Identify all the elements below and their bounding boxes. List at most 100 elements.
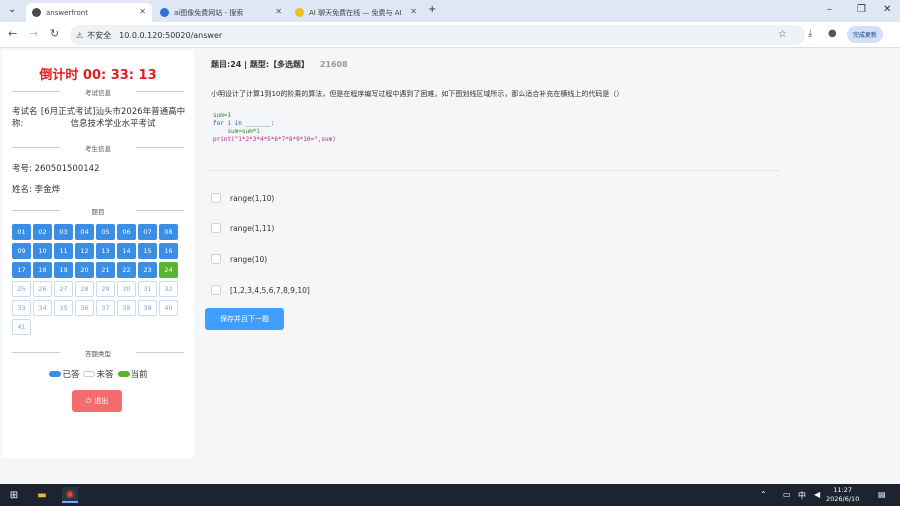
question-button-17[interactable]: 17 bbox=[12, 262, 31, 278]
url-field[interactable]: ⚠ 不安全 10.0.0.120:50020/answer bbox=[70, 25, 805, 45]
question-button-36[interactable]: 36 bbox=[75, 300, 94, 316]
tab-search-icon[interactable]: ⌄ bbox=[8, 4, 16, 15]
question-id: 21608 bbox=[319, 60, 348, 69]
student-name-label: 姓名: bbox=[12, 185, 32, 195]
network-icon[interactable]: ▭ bbox=[783, 490, 791, 499]
question-button-38[interactable]: 38 bbox=[117, 300, 136, 316]
question-button-24[interactable]: 24 bbox=[159, 262, 178, 278]
minimize-icon[interactable]: – bbox=[827, 4, 832, 15]
question-button-30[interactable]: 30 bbox=[117, 281, 136, 297]
option-1[interactable]: range(1,10) bbox=[211, 193, 274, 203]
question-button-23[interactable]: 23 bbox=[138, 262, 157, 278]
tab-strip: ⌄ answerfront ✕ ai图像免费网站 - 搜索 ✕ AI 聊天免费在… bbox=[0, 0, 900, 22]
reload-icon[interactable]: ↻ bbox=[50, 27, 59, 40]
question-button-19[interactable]: 19 bbox=[54, 262, 73, 278]
exit-button[interactable]: ⏻ 退出 bbox=[72, 390, 122, 412]
code-line: sum=sum*i bbox=[213, 128, 260, 135]
forward-icon[interactable]: → bbox=[29, 27, 38, 40]
tab-search[interactable]: ai图像免费网站 - 搜索 ✕ bbox=[154, 3, 288, 22]
question-button-34[interactable]: 34 bbox=[33, 300, 52, 316]
option-2[interactable]: range(1,11) bbox=[211, 223, 274, 233]
option-checkbox[interactable] bbox=[211, 193, 221, 203]
questions-divider: 题目 bbox=[12, 205, 184, 216]
option-4[interactable]: [1,2,3,4,5,6,7,8,9,10] bbox=[211, 285, 310, 295]
close-tab-icon[interactable]: ✕ bbox=[275, 7, 282, 16]
new-tab-button[interactable]: + bbox=[428, 4, 436, 15]
question-button-06[interactable]: 06 bbox=[117, 224, 136, 240]
student-id: 260501500142 bbox=[34, 164, 100, 174]
exam-info-heading: 考试信息 bbox=[85, 89, 111, 97]
question-button-26[interactable]: 26 bbox=[33, 281, 52, 297]
question-button-37[interactable]: 37 bbox=[96, 300, 115, 316]
back-icon[interactable]: ← bbox=[8, 27, 17, 40]
question-button-04[interactable]: 04 bbox=[75, 224, 94, 240]
question-button-12[interactable]: 12 bbox=[75, 243, 94, 259]
option-checkbox[interactable] bbox=[211, 285, 221, 295]
close-tab-icon[interactable]: ✕ bbox=[139, 7, 146, 16]
student-id-row: 考号: 260501500142 bbox=[12, 163, 99, 175]
question-button-29[interactable]: 29 bbox=[96, 281, 115, 297]
bookmark-star-icon[interactable]: ☆ bbox=[778, 29, 787, 40]
update-button[interactable]: 完成更新 bbox=[847, 26, 884, 43]
question-button-35[interactable]: 35 bbox=[54, 300, 73, 316]
tray-expand-icon[interactable]: ⌃ bbox=[760, 490, 767, 499]
option-checkbox[interactable] bbox=[211, 223, 221, 233]
unanswered-swatch bbox=[83, 371, 96, 377]
account-icon[interactable]: ● bbox=[828, 28, 837, 39]
notification-icon[interactable]: ▤ bbox=[878, 490, 886, 499]
security-label[interactable]: 不安全 bbox=[87, 30, 111, 41]
tab-answerfront[interactable]: answerfront ✕ bbox=[26, 3, 152, 22]
question-button-08[interactable]: 08 bbox=[159, 224, 178, 240]
question-button-39[interactable]: 39 bbox=[138, 300, 157, 316]
question-title: 题目:24 | 题型:【多选题】 bbox=[211, 60, 310, 69]
option-checkbox[interactable] bbox=[211, 254, 221, 264]
file-explorer-icon[interactable]: ▬ bbox=[34, 487, 50, 503]
option-3[interactable]: range(10) bbox=[211, 254, 267, 264]
download-icon[interactable]: ⤓ bbox=[808, 28, 812, 39]
question-button-28[interactable]: 28 bbox=[75, 281, 94, 297]
answered-swatch bbox=[49, 371, 62, 377]
taskbar: ⊞ ▬ ◉ ⌃ ▭ 中 ◀ 11:27 2026/6/10 ▤ bbox=[0, 484, 900, 506]
close-tab-icon[interactable]: ✕ bbox=[410, 7, 417, 16]
question-button-13[interactable]: 13 bbox=[96, 243, 115, 259]
question-button-40[interactable]: 40 bbox=[159, 300, 178, 316]
question-button-11[interactable]: 11 bbox=[54, 243, 73, 259]
question-button-41[interactable]: 41 bbox=[12, 319, 31, 335]
question-button-21[interactable]: 21 bbox=[96, 262, 115, 278]
question-button-02[interactable]: 02 bbox=[33, 224, 52, 240]
question-divider bbox=[207, 170, 780, 171]
question-button-01[interactable]: 01 bbox=[12, 224, 31, 240]
clock[interactable]: 11:27 2026/6/10 bbox=[826, 486, 859, 504]
tab-label: ai图像免费网站 - 搜索 bbox=[174, 8, 244, 17]
question-button-07[interactable]: 07 bbox=[138, 224, 157, 240]
update-label: 完成更新 bbox=[853, 32, 878, 39]
clock-date: 2026/6/10 bbox=[826, 495, 860, 503]
code-snippet: sum=1 for i in _______: sum=sum*i print("1… bbox=[210, 108, 367, 154]
tab-ai-chat[interactable]: AI 聊天免费在线 — 免费与 AI ✕ bbox=[289, 3, 423, 22]
sidebar: 倒计时 00: 33: 13 考试信息 考试名称: [6月正式考试]汕头市202… bbox=[2, 50, 194, 458]
url-text[interactable]: 10.0.0.120:50020/answer bbox=[119, 31, 222, 40]
question-button-05[interactable]: 05 bbox=[96, 224, 115, 240]
question-button-15[interactable]: 15 bbox=[138, 243, 157, 259]
question-button-09[interactable]: 09 bbox=[12, 243, 31, 259]
question-button-33[interactable]: 33 bbox=[12, 300, 31, 316]
ime-indicator[interactable]: 中 bbox=[798, 490, 806, 501]
start-icon[interactable]: ⊞ bbox=[6, 487, 22, 503]
question-button-32[interactable]: 32 bbox=[159, 281, 178, 297]
close-window-icon[interactable]: ✕ bbox=[883, 4, 891, 15]
speaker-icon[interactable]: ◀ bbox=[814, 490, 820, 499]
question-button-18[interactable]: 18 bbox=[33, 262, 52, 278]
question-button-27[interactable]: 27 bbox=[54, 281, 73, 297]
question-button-25[interactable]: 25 bbox=[12, 281, 31, 297]
save-next-button[interactable]: 保存并且下一题 bbox=[205, 308, 284, 330]
question-button-16[interactable]: 16 bbox=[159, 243, 178, 259]
chrome-icon[interactable]: ◉ bbox=[62, 487, 78, 503]
question-button-22[interactable]: 22 bbox=[117, 262, 136, 278]
question-button-03[interactable]: 03 bbox=[54, 224, 73, 240]
question-button-20[interactable]: 20 bbox=[75, 262, 94, 278]
maximize-icon[interactable]: ❐ bbox=[857, 4, 866, 15]
option-label: range(1,10) bbox=[230, 193, 275, 203]
question-button-10[interactable]: 10 bbox=[33, 243, 52, 259]
question-button-14[interactable]: 14 bbox=[117, 243, 136, 259]
question-button-31[interactable]: 31 bbox=[138, 281, 157, 297]
